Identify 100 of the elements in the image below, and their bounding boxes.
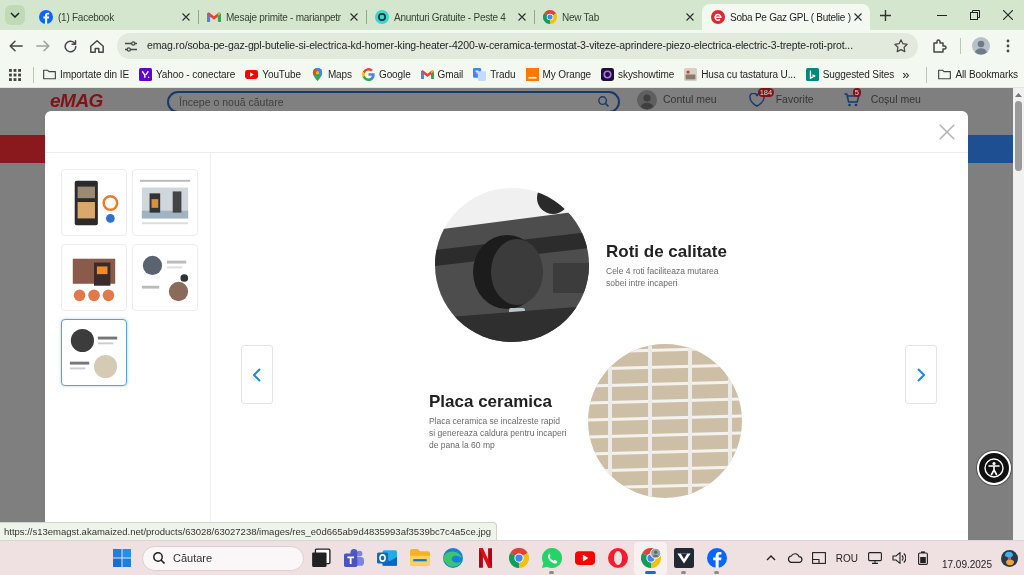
close-icon — [182, 13, 190, 21]
address-bar[interactable]: emag.ro/soba-pe-gaz-gpl-butelie-si-electrica-kd-homer-king-heater-4200-w-ceramica-termostat-3-viteze-aprindere-piezo-electrica-electric-3-trepte-roti-prot... — [117, 33, 918, 59]
status-url: https://s13emagst.akamaized.net/products/63028/63027238/images/res_e0d665ab9d4835993af3539bc7c4a5ce.jpg — [0, 521, 497, 540]
home-icon — [90, 39, 104, 53]
close-icon — [854, 13, 862, 21]
bookmark-link[interactable]: Google — [358, 63, 414, 86]
running-indicator-icon — [549, 570, 554, 574]
minimize-icon — [936, 14, 947, 16]
youtube-icon — [245, 68, 259, 81]
feature-title: Placa ceramica — [429, 391, 553, 412]
back-arrow-icon — [9, 40, 23, 52]
search-icon — [153, 552, 165, 564]
bookmark-link[interactable]: Tradu — [470, 63, 519, 86]
olx-icon — [375, 10, 389, 24]
scroll-up-arrow-icon — [1015, 93, 1022, 97]
youtube-icon — [574, 548, 595, 568]
chevron-right-icon — [917, 367, 925, 382]
bookmark-link[interactable]: My Orange — [522, 63, 595, 86]
emag-icon — [711, 10, 725, 24]
tv-logo-icon — [601, 68, 615, 81]
browser-tab[interactable]: (1) Facebook — [30, 4, 198, 30]
bookmark-link[interactable]: Suggested Sites — [802, 63, 898, 86]
square-logo-icon — [525, 68, 539, 81]
reload-icon — [63, 39, 77, 53]
accessibility-button[interactable] — [977, 451, 1011, 485]
battery-icon — [917, 551, 928, 565]
bookmark-link[interactable]: Importate din IE — [40, 63, 132, 86]
input-language-button[interactable]: ROU — [833, 546, 860, 570]
tab-search-button[interactable] — [5, 5, 25, 25]
apps-grid-icon — [9, 68, 21, 81]
teams-icon — [343, 548, 364, 568]
bookmark-link[interactable]: YouTube — [242, 63, 304, 86]
tune-icon — [125, 40, 137, 52]
cloud-icon — [786, 553, 803, 563]
search-icon — [598, 96, 609, 107]
all-bookmarks-button[interactable]: All Bookmarks — [935, 63, 1021, 86]
accessibility-icon — [984, 458, 1004, 478]
bing-icon — [805, 68, 819, 81]
forward-arrow-icon — [36, 40, 50, 52]
netflix-icon — [479, 548, 492, 568]
folder-icon — [938, 68, 952, 81]
folder-icon — [43, 68, 56, 81]
opera-icon — [607, 548, 628, 568]
image-icon — [684, 68, 698, 81]
close-icon — [939, 123, 955, 140]
browser-tab[interactable]: New Tab — [534, 4, 702, 30]
bookmark-link[interactable]: Gmail — [417, 63, 467, 86]
clock-date-button[interactable]: 17.09.2025 — [937, 546, 994, 570]
scrollbar-thumb[interactable] — [1015, 101, 1022, 171]
more-vertical-icon — [1006, 39, 1010, 53]
yahoo-icon — [139, 68, 152, 81]
gmail-icon — [207, 10, 221, 24]
bookmark-link[interactable]: Maps — [307, 63, 355, 86]
star-icon — [894, 39, 908, 53]
caret-down-icon — [10, 12, 20, 18]
google-icon — [361, 68, 375, 81]
running-indicator-icon — [714, 570, 719, 574]
puzzle-icon — [933, 39, 947, 53]
outlook-icon — [376, 548, 397, 568]
taskbar-search-field[interactable]: Căutare — [142, 545, 304, 571]
avatar-icon — [972, 37, 990, 55]
bookmark-link[interactable]: Yahoo - conectare — [136, 63, 239, 86]
app-logo-icon — [1000, 549, 1018, 567]
feature-title: Roti de calitate — [606, 241, 727, 262]
running-indicator-icon — [681, 570, 686, 574]
close-icon — [686, 13, 694, 21]
feature-description: Placa ceramica se incalzeste rapid si genereaza caldura pentru incaperi de pana la 60 mp — [429, 414, 568, 451]
cart-icon — [843, 93, 860, 107]
feature-description: Cele 4 roti faciliteaza mutarea sobei intre incaperi — [606, 264, 720, 289]
chrome-icon — [508, 548, 529, 568]
facebook-icon — [706, 548, 727, 568]
browser-tab[interactable]: Soba Pe Gaz GPL ( Butelie ) — [702, 4, 870, 30]
browser-tab[interactable]: Anunturi Gratuite - Peste 4 — [366, 4, 534, 30]
caret-up-icon — [765, 555, 776, 561]
more-bookmarks-button[interactable]: » — [899, 63, 913, 86]
gmail-icon — [420, 68, 434, 81]
screen-icon — [811, 552, 826, 564]
map-pin-icon — [310, 68, 324, 81]
restore-icon — [969, 10, 980, 20]
chrome-icon — [640, 548, 661, 568]
search-field[interactable]: Începe o nouă căutare — [167, 91, 620, 113]
facebook-icon — [39, 10, 53, 24]
close-icon — [1002, 10, 1013, 20]
running-indicator-icon — [645, 570, 656, 574]
triangle-tile-icon — [673, 548, 694, 568]
browser-tab[interactable]: Mesaje primite - marianpetr — [198, 4, 366, 30]
page-scrollbar[interactable] — [1013, 88, 1024, 540]
chevron-left-icon — [253, 367, 261, 382]
windows-icon — [113, 549, 131, 567]
window-stack-icon — [310, 548, 331, 568]
folder-icon — [409, 548, 430, 568]
close-icon — [350, 13, 358, 21]
whatsapp-icon — [541, 548, 562, 568]
plus-icon — [879, 9, 891, 21]
translate-icon — [473, 68, 487, 81]
close-icon — [518, 13, 526, 21]
gallery-thumbnail[interactable] — [61, 319, 127, 386]
bookmark-link[interactable]: skyshowtime — [598, 63, 678, 86]
bookmark-link[interactable]: Husa cu tastatura U... — [681, 63, 799, 86]
edge-icon — [442, 548, 463, 568]
